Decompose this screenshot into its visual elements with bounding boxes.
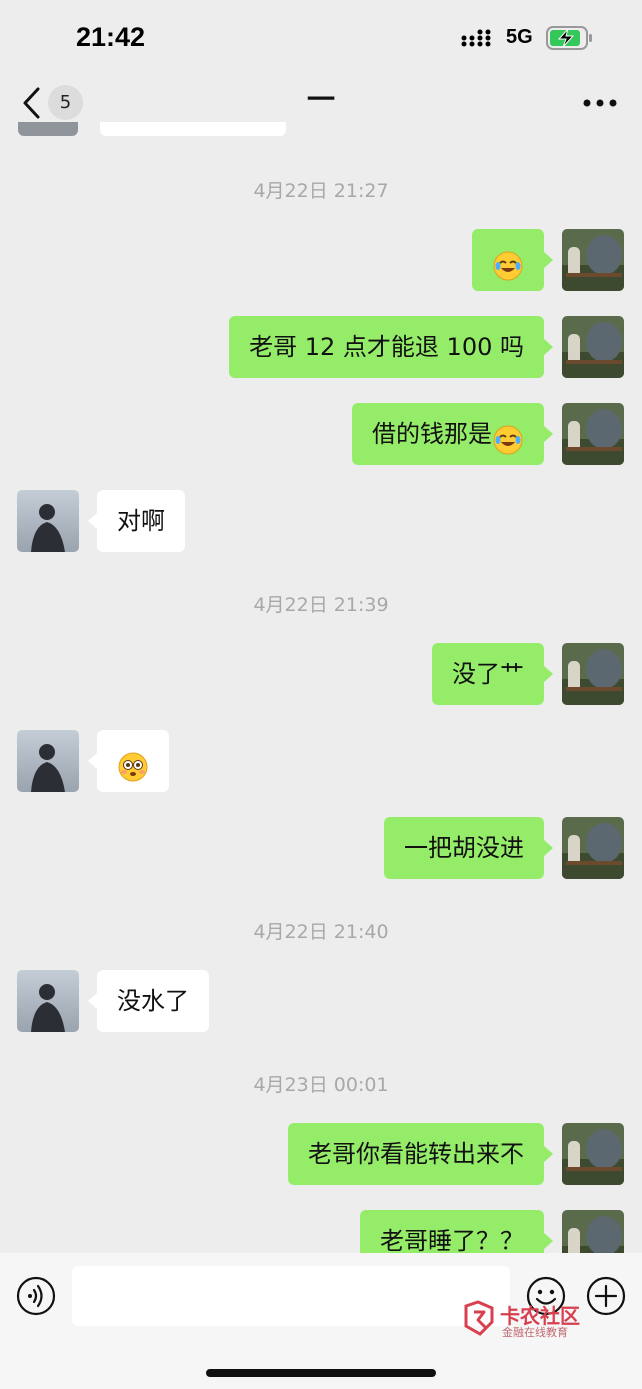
ellipsis-icon[interactable] [582,96,618,110]
avatar-partial [18,122,78,136]
message-bubble[interactable]: 老哥你看能转出来不 [288,1123,553,1185]
timestamp: 4月23日 00:01 [253,1074,389,1096]
my-avatar[interactable] [562,643,624,705]
contact-avatar[interactable] [17,730,79,792]
home-indicator[interactable] [206,1369,436,1377]
battery-charging-icon [546,26,592,50]
rofl-emoji-icon [492,243,524,281]
message-input[interactable] [72,1266,510,1326]
message-bubble[interactable]: 没了艹 [432,643,553,705]
message-bubble-partial [100,122,286,136]
timestamp: 4月22日 21:40 [253,921,389,943]
contact-avatar[interactable] [17,490,79,552]
message-bubble[interactable]: 对啊 [88,490,185,552]
status-time: 21:42 [76,22,146,52]
my-avatar[interactable] [562,316,624,378]
contact-avatar[interactable] [17,970,79,1032]
status-bar: 21:42 5G [0,0,642,72]
timestamp: 4月22日 21:27 [253,180,389,202]
flushed-emoji-icon [117,744,149,782]
my-avatar[interactable] [562,403,624,465]
message-bubble[interactable]: 借的钱那是 [352,403,553,465]
message-bubble[interactable] [472,229,553,291]
chat-title: 一 [306,83,335,116]
timestamp: 4月22日 21:39 [253,594,389,616]
plus-icon[interactable] [586,1276,626,1316]
message-bubble[interactable] [88,730,169,792]
message-bubble[interactable]: 一把胡没进 [384,817,553,879]
message-bubble[interactable]: 老哥 12 点才能退 100 吗 [229,316,553,378]
my-avatar[interactable] [562,1123,624,1185]
message-text: 借的钱那是 [372,420,492,448]
network-label: 5G [506,26,533,48]
my-avatar[interactable] [562,817,624,879]
voice-icon[interactable] [16,1276,56,1316]
message-bubble[interactable]: 没水了 [88,970,209,1032]
rofl-emoji-icon [492,417,524,455]
watermark-subtitle: 金融在线教育 [502,1326,568,1339]
kanong-logo-icon [464,1300,494,1336]
my-avatar[interactable] [562,229,624,291]
watermark: 卡农社区 金融在线教育 [462,1298,592,1340]
cellular-signal-icon [461,29,491,47]
